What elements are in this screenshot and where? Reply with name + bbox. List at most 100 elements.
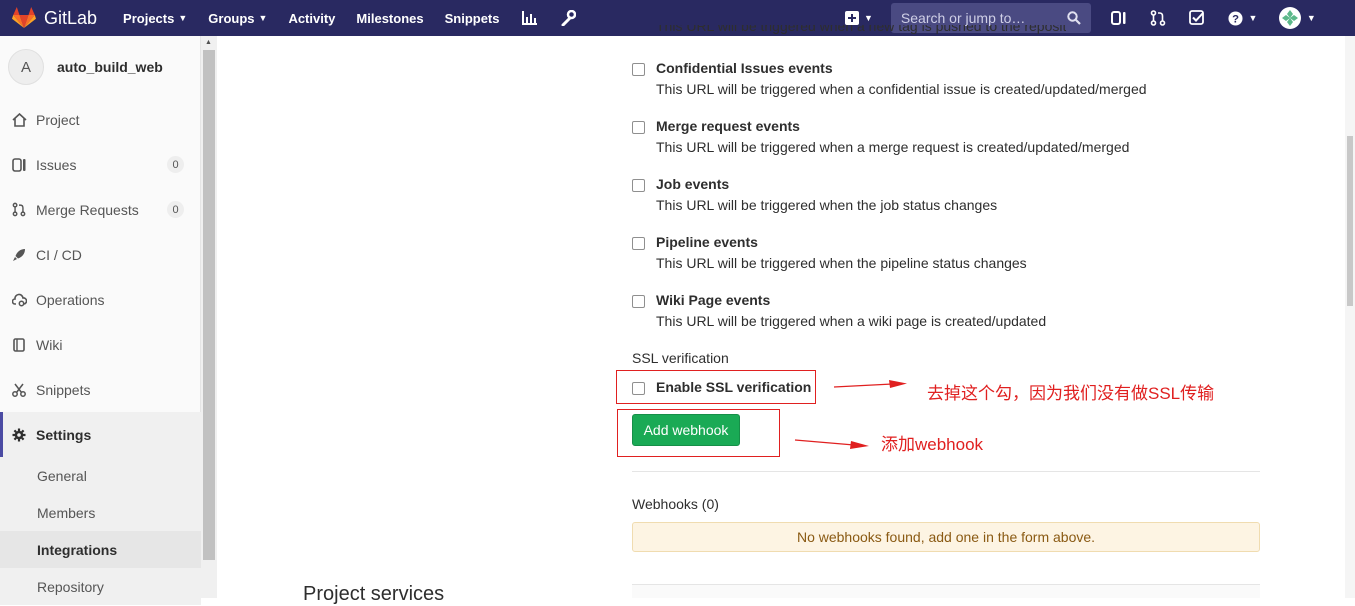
project-sidebar: A auto_build_web Project Issues 0 Merge … <box>0 36 201 605</box>
project-name: auto_build_web <box>57 59 163 75</box>
plus-square-icon <box>845 11 859 25</box>
merge-request-checkbox[interactable] <box>632 121 645 134</box>
add-webhook-button[interactable]: Add webhook <box>632 414 740 446</box>
sidebar-item-issues[interactable]: Issues 0 <box>0 142 201 187</box>
sidebar-project-header[interactable]: A auto_build_web <box>0 36 200 98</box>
trigger-description: This URL will be triggered when the pipe… <box>656 255 1027 271</box>
trigger-description: This URL will be triggered when a merge … <box>656 139 1130 155</box>
trigger-title[interactable]: Wiki Page events <box>656 292 770 308</box>
project-services-title: Project services <box>303 583 445 605</box>
trigger-title[interactable]: Pipeline events <box>656 234 758 250</box>
sidebar-item-label: Settings <box>36 426 92 443</box>
issues-icon[interactable] <box>1109 8 1129 28</box>
chevron-down-icon: ▼ <box>1306 13 1316 23</box>
sidebar-sub-repository[interactable]: Repository <box>0 568 201 605</box>
wiki-page-events-checkbox[interactable] <box>632 295 645 308</box>
trigger-title[interactable]: Job events <box>656 176 729 192</box>
rocket-icon <box>11 247 27 263</box>
issues-icon <box>11 157 27 173</box>
nav-projects-label: Projects <box>123 10 175 26</box>
sidebar-scrollbar-thumb[interactable] <box>203 50 215 560</box>
chevron-down-icon: ▼ <box>1248 13 1258 23</box>
sidebar-item-project[interactable]: Project <box>0 97 201 142</box>
merge-request-icon <box>11 202 27 218</box>
chevron-down-icon: ▼ <box>258 13 268 23</box>
trigger-title[interactable]: Merge request events <box>656 118 800 134</box>
trigger-description: This URL will be triggered when a wiki p… <box>656 313 1047 329</box>
page-scrollbar-thumb[interactable] <box>1347 136 1353 306</box>
sidebar-item-label: CI / CD <box>36 246 82 263</box>
sidebar-item-label: Wiki <box>36 336 63 353</box>
user-avatar <box>1278 7 1301 29</box>
chevron-down-icon: ▼ <box>864 13 873 23</box>
sidebar-scrollbar[interactable]: ▲ <box>201 36 217 598</box>
sidebar-item-settings[interactable]: Settings <box>0 412 201 457</box>
sidebar-sub-label: Integrations <box>37 541 118 558</box>
sidebar-item-snippets[interactable]: Snippets <box>0 367 201 412</box>
pipeline-events-checkbox[interactable] <box>632 237 645 250</box>
brand-name: GitLab <box>44 7 98 28</box>
gitlab-home-link[interactable]: GitLab <box>12 7 97 29</box>
scissors-icon <box>11 382 27 398</box>
sidebar-sub-general[interactable]: General <box>0 457 201 494</box>
project-avatar: A <box>8 49 44 85</box>
sidebar-sub-integrations[interactable]: Integrations <box>0 531 201 568</box>
gitlab-logo-icon <box>12 7 36 28</box>
new-dropdown-button[interactable]: ▼ <box>845 11 873 25</box>
nav-activity[interactable]: Activity <box>288 11 335 26</box>
sidebar-item-label: Merge Requests <box>36 201 139 218</box>
no-webhooks-notice: No webhooks found, add one in the form a… <box>632 522 1260 552</box>
sidebar-item-operations[interactable]: Operations <box>0 277 201 322</box>
sidebar-item-merge-requests[interactable]: Merge Requests 0 <box>0 187 201 232</box>
search-placeholder: Search or jump to… <box>900 10 1026 26</box>
job-events-checkbox[interactable] <box>632 179 645 192</box>
sidebar-item-label: Operations <box>36 291 105 308</box>
ssl-verification-checkbox[interactable] <box>632 382 645 395</box>
nav-groups[interactable]: Groups ▼ <box>208 11 267 26</box>
nav-milestones-label: Milestones <box>356 10 424 26</box>
todo-check-icon[interactable] <box>1187 8 1207 28</box>
annotation-arrow-ssl <box>833 380 907 388</box>
nav-snippets-label: Snippets <box>444 10 500 26</box>
issues-count-badge: 0 <box>167 156 184 173</box>
annotation-add-note: 添加webhook <box>881 435 984 454</box>
page-scrollbar[interactable] <box>1345 36 1355 598</box>
help-dropdown[interactable]: ? ▼ <box>1226 8 1260 28</box>
merge-request-icon[interactable] <box>1148 8 1168 28</box>
help-icon: ? <box>1228 10 1243 25</box>
sidebar-item-label: Issues <box>36 156 77 173</box>
wrench-icon[interactable] <box>559 9 577 27</box>
chart-icon[interactable] <box>521 9 539 27</box>
gear-icon <box>11 427 27 443</box>
cloud-gear-icon <box>11 292 27 308</box>
sidebar-item-label: Project <box>36 111 80 128</box>
ssl-verification-label[interactable]: Enable SSL verification <box>656 379 811 395</box>
sidebar-sub-label: Members <box>37 504 96 521</box>
search-icon <box>1067 11 1081 25</box>
home-icon <box>11 112 27 128</box>
trigger-description: This URL will be triggered when the job … <box>656 197 998 213</box>
sidebar-item-label: Snippets <box>36 381 91 398</box>
merge-requests-count-badge: 0 <box>167 201 184 218</box>
project-services-list <box>632 584 1260 598</box>
ssl-section-label: SSL verification <box>632 350 729 366</box>
nav-groups-label: Groups <box>208 10 255 26</box>
sidebar-item-wiki[interactable]: Wiki <box>0 322 201 367</box>
book-icon <box>11 337 27 353</box>
trigger-title[interactable]: Confidential Issues events <box>656 60 833 76</box>
section-divider <box>632 471 1260 472</box>
webhooks-title: Webhooks (0) <box>632 496 719 512</box>
user-menu[interactable]: ▼ <box>1278 7 1316 29</box>
sidebar-sub-members[interactable]: Members <box>0 494 201 531</box>
nav-snippets[interactable]: Snippets <box>445 11 500 26</box>
sidebar-sub-label: Repository <box>37 578 104 595</box>
sidebar-item-ci-cd[interactable]: CI / CD <box>0 232 201 277</box>
nav-projects[interactable]: Projects ▼ <box>123 11 187 26</box>
cutoff-text: This URL will be triggered when a new ta… <box>656 25 1066 34</box>
scroll-up-arrow-icon[interactable]: ▲ <box>205 39 212 46</box>
trigger-description: This URL will be triggered when a confid… <box>656 81 1147 97</box>
confidential-issues-checkbox[interactable] <box>632 63 645 76</box>
nav-milestones[interactable]: Milestones <box>356 11 423 26</box>
sidebar-sub-label: General <box>37 467 87 484</box>
chevron-down-icon: ▼ <box>178 13 188 23</box>
